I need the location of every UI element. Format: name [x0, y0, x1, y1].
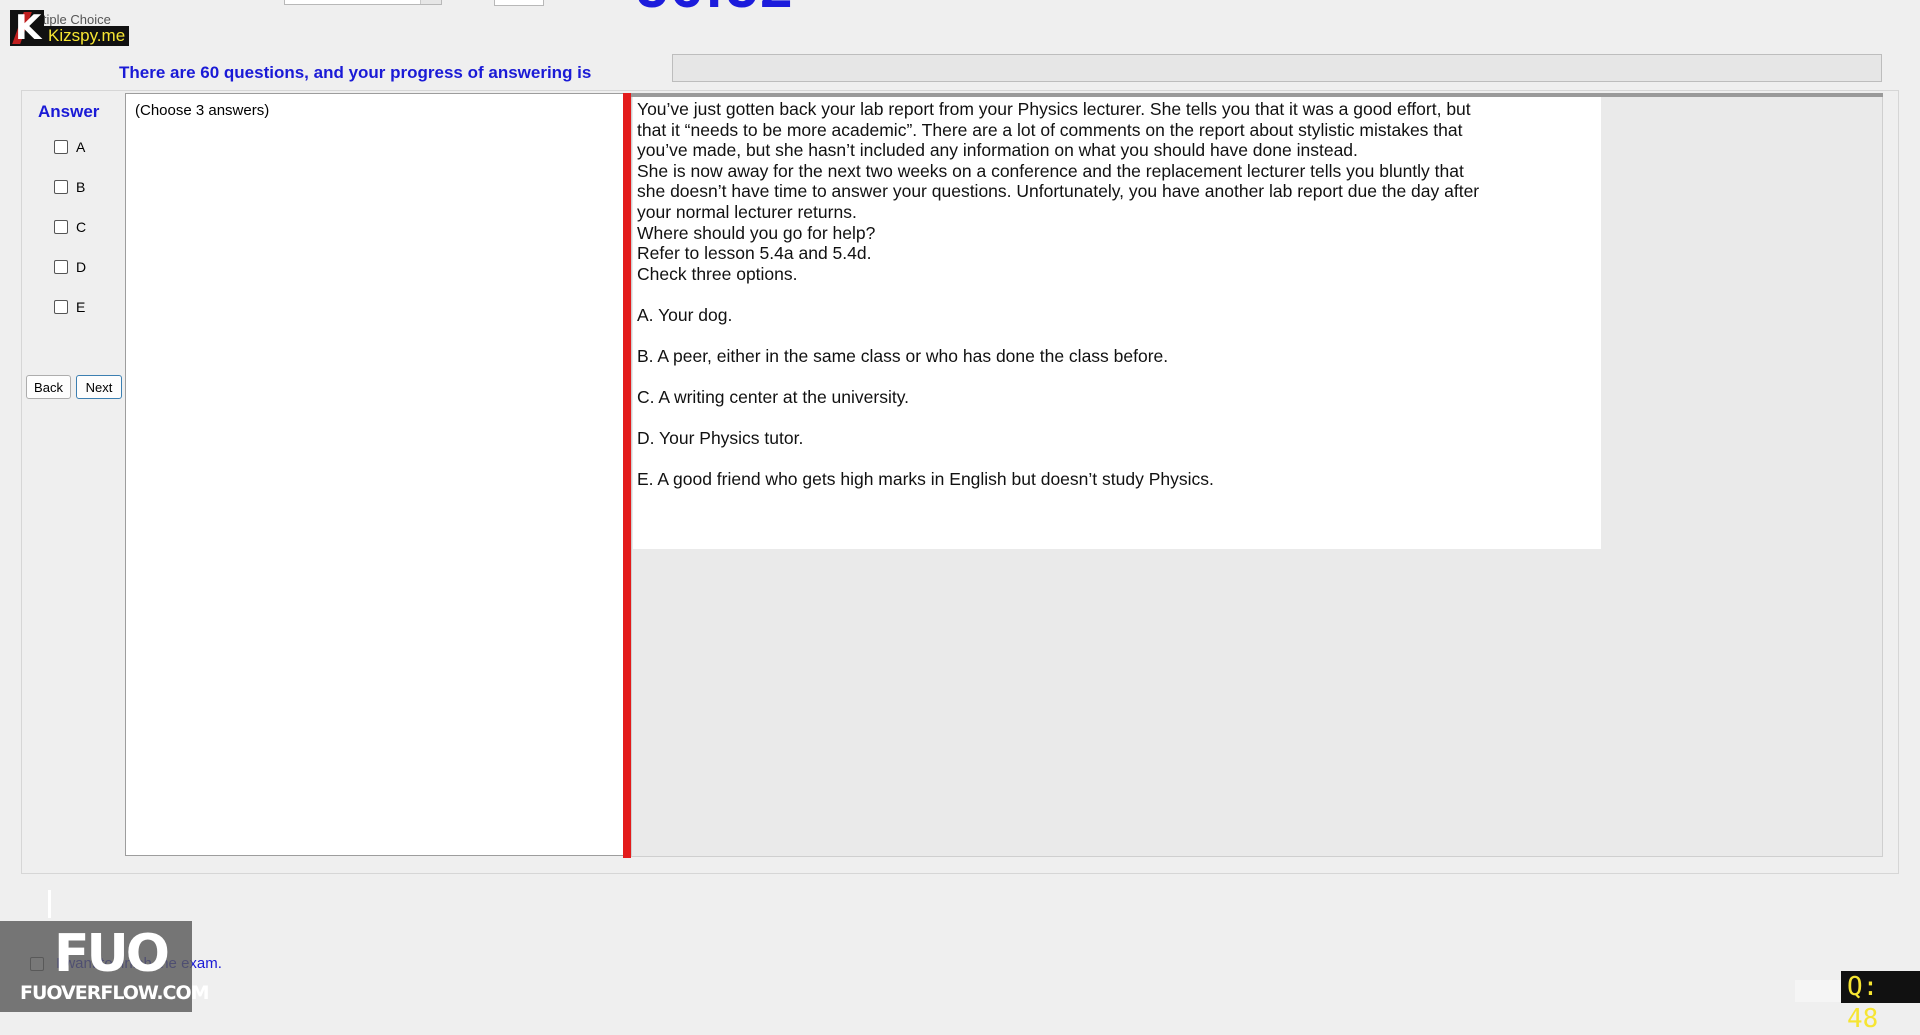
question-line: Check three options. — [637, 263, 798, 284]
top-combo-box[interactable] — [284, 0, 442, 5]
option-label: C — [76, 219, 87, 235]
answer-option-a[interactable]: A — [54, 139, 85, 155]
exam-timer: 56:52 — [636, 0, 794, 17]
k-logo-icon: K — [10, 10, 44, 46]
progress-caption: There are 60 questions, and your progres… — [119, 63, 592, 82]
back-button[interactable]: Back — [26, 375, 71, 399]
splitter-bar[interactable] — [623, 93, 631, 858]
option-label: B — [76, 179, 86, 195]
question-text: You’ve just gotten back your lab report … — [637, 99, 1567, 284]
answer-option-d[interactable]: D — [54, 259, 86, 275]
focus-caret — [48, 890, 51, 918]
top-small-field[interactable] — [494, 0, 544, 6]
option-label: D — [76, 259, 87, 275]
logo-text: Kizspy.me — [44, 26, 130, 46]
answer-panel — [125, 93, 626, 856]
question-line: You’ve just gotten back your lab report … — [637, 99, 1471, 119]
checkbox-a[interactable] — [54, 140, 68, 154]
next-button[interactable]: Next — [76, 375, 122, 399]
counter-shadow — [1795, 980, 1843, 1002]
checkbox-b[interactable] — [54, 180, 68, 194]
question-option-b: B. A peer, either in the same class or w… — [637, 346, 1169, 366]
checkbox-e[interactable] — [54, 300, 68, 314]
question-counter: Q: 48 — [1841, 971, 1920, 1034]
question-line: Where should you go for help? — [637, 222, 876, 243]
option-label: E — [76, 299, 86, 315]
answer-option-c[interactable]: C — [54, 219, 86, 235]
question-line: Refer to lesson 5.4a and 5.4d. — [637, 243, 872, 264]
question-line: She is now away for the next two weeks o… — [637, 160, 1464, 181]
question-option-d: D. Your Physics tutor. — [637, 428, 804, 448]
choose-hint: (Choose 3 answers) — [135, 102, 270, 119]
answer-title: Answer — [38, 102, 100, 121]
question-line: your normal lecturer returns. — [637, 201, 857, 222]
checkbox-c[interactable] — [54, 220, 68, 234]
question-line: she doesn’t have time to answer your que… — [637, 181, 1480, 202]
kizspy-logo: K Kizspy.me — [10, 10, 130, 46]
fuo-logo-text: FUO — [54, 924, 170, 984]
question-option-a: A. Your dog. — [637, 305, 733, 325]
answer-option-e[interactable]: E — [54, 299, 85, 315]
progress-bar — [672, 54, 1882, 82]
checkbox-d[interactable] — [54, 260, 68, 274]
question-option-e: E. A good friend who gets high marks in … — [637, 469, 1214, 489]
answer-option-b[interactable]: B — [54, 179, 85, 195]
option-label: A — [76, 139, 86, 155]
fuo-site-text: FUOVERFLOW.COM — [20, 982, 210, 1004]
question-line: you’ve made, but she hasn’t included any… — [637, 140, 1358, 161]
question-line: that it “needs to be more academic”. The… — [637, 119, 1463, 140]
question-option-c: C. A writing center at the university. — [637, 387, 910, 407]
combo-arrow[interactable] — [420, 0, 441, 4]
